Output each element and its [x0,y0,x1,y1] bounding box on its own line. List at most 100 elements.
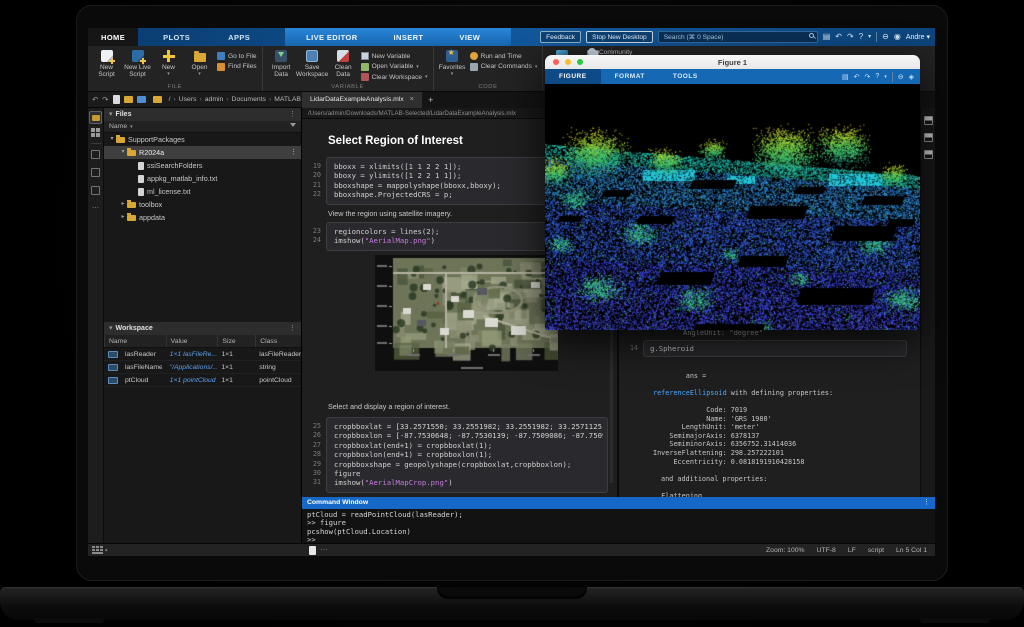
more-icon[interactable]: ⋯ [321,546,328,554]
files-panel-header[interactable]: ▾ Files ⋮ [104,108,301,121]
panel-menu-icon[interactable]: ⋮ [289,108,296,121]
button-open[interactable]: Open▾ [184,48,215,82]
files-panel-icon[interactable] [89,111,102,124]
workspace-column-value[interactable]: Value [166,335,218,347]
more-panels-icon[interactable]: ⋯ [88,204,103,212]
new-tab-button[interactable]: + [422,95,440,105]
tree-arrow-icon[interactable]: ▸ [119,211,127,224]
file-item[interactable]: ▸appdata [104,211,301,224]
caret-icon[interactable]: ▾ [884,74,887,80]
open-folder-icon[interactable] [124,96,133,103]
notifications-icon[interactable]: ◉ [894,31,901,43]
button-find-files[interactable]: Find Files [217,63,257,71]
figure-tab-figure[interactable]: FIGURE [545,69,601,84]
button-clear-commands[interactable]: Clear Commands▾ [470,63,538,71]
breadcrumb-item[interactable]: admin [205,96,224,103]
figure-tab-format[interactable]: FORMAT [601,69,659,84]
breadcrumb-item[interactable]: Documents [232,96,266,103]
panel-toggle-icon[interactable] [924,133,933,142]
save-icon[interactable]: ▤ [842,73,849,81]
undo-icon[interactable]: ↶ [835,31,842,43]
breadcrumb-item[interactable]: / [169,96,171,103]
button-favorites[interactable]: Favorites▾ [437,48,468,82]
workspace-column-name[interactable]: Name [104,335,166,347]
item-menu-icon[interactable]: ⋮ [290,146,297,159]
tree-arrow-icon[interactable]: ▸ [119,198,127,211]
button-new[interactable]: New▾ [153,48,184,82]
button-new-script[interactable]: New Script [91,48,122,82]
undo-icon[interactable]: ↶ [92,95,98,104]
collapse-icon[interactable]: ▾ [109,322,113,335]
panel-toggle-icon[interactable] [924,116,933,125]
history-panel-icon[interactable] [91,168,100,177]
button-go-to-file[interactable]: Go to File [217,52,257,60]
save-icon[interactable]: ▤ [823,31,831,43]
undo-icon[interactable]: ↶ [854,73,860,81]
command-window[interactable]: ptCloud = readPointCloud(lasReader); >> … [302,509,935,543]
button-save-workspace[interactable]: Save Workspace [297,48,328,82]
redo-icon[interactable]: ↷ [864,73,870,81]
file-item[interactable]: ▸toolbox [104,198,301,211]
button-clear-workspace[interactable]: Clear Workspace▾ [361,73,428,81]
workspace-column-class[interactable]: Class [255,335,301,347]
panels-grid-icon[interactable] [91,128,100,137]
caret-icon[interactable]: ▴ [105,547,108,553]
redo-icon[interactable]: ↷ [102,95,108,104]
button-open-variable[interactable]: Open Variable▾ [361,63,428,71]
tab-apps[interactable]: APPS [215,28,263,46]
editor-tab[interactable]: LidarDataExampleAnalysis.mlx × [302,92,422,108]
breadcrumb-item[interactable]: Users [179,96,197,103]
code-block-3[interactable]: cropbboxlat = [33.2571550; 33.2551982; 3… [326,417,608,493]
pin-icon[interactable]: ◈ [909,73,914,81]
help-icon[interactable]: ? [875,73,879,80]
workspace-panel-header[interactable]: ▾ Workspace ⋮ [104,322,301,335]
close-tab-icon[interactable]: × [410,92,414,108]
command-window-header[interactable]: Command Window ⋮ [302,497,935,509]
file-item[interactable]: ▾R2024a⋮ [104,146,301,159]
tab-live-editor[interactable]: LIVE EDITOR [293,28,370,46]
panel-menu-icon[interactable]: ⋮ [289,322,296,335]
search-input[interactable] [658,31,818,43]
collapse-icon[interactable]: ▾ [109,108,113,121]
files-column-header[interactable]: Name ▾ [104,121,301,133]
document-icon[interactable] [309,546,316,555]
figure-titlebar[interactable]: Figure 1 [545,55,920,69]
filter-icon[interactable] [290,123,296,130]
minimize-toolstrip-icon[interactable]: ⊖ [898,73,904,81]
file-item[interactable]: ssiSearchFolders [104,159,301,172]
help-caret-icon[interactable]: ▾ [868,31,871,43]
tab-view[interactable]: VIEW [446,28,493,46]
figure-tab-tools[interactable]: TOOLS [659,69,712,84]
tree-arrow-icon[interactable]: ▾ [108,133,116,146]
help-icon[interactable]: ? [859,31,863,43]
tab-home[interactable]: HOME [88,28,138,46]
figure-window[interactable]: Figure 1 FIGUREFORMATTOOLS ▤ ↶ ↷ ? ▾ ⊖ ◈ [545,55,920,330]
code-block-spheroid[interactable]: g.Spheroid [643,340,907,357]
minimize-toolstrip-icon[interactable]: ⊖ [882,31,889,43]
stop-new-desktop-button[interactable]: Stop New Desktop [586,31,653,43]
panel-menu-icon[interactable]: ⋮ [923,497,930,509]
keyboard-icon[interactable] [92,546,103,554]
button-import-data[interactable]: Import Data [266,48,297,82]
tab-insert[interactable]: INSERT [381,28,437,46]
reference-ellipsoid-link[interactable]: referenceEllipsoid [653,389,727,397]
file-item[interactable]: ▾SupportPackages [104,133,301,146]
workspace-row[interactable]: lasReader1×1 lasFileRe...1×1lasFileReade… [104,348,301,361]
panel-toggle-icon[interactable] [924,150,933,159]
workspace-row[interactable]: lasFileName"/Applications/...1×1string [104,361,301,374]
new-document-icon[interactable] [113,95,120,104]
button-new-live-script[interactable]: New Live Script [122,48,153,82]
point-cloud-canvas[interactable] [545,84,920,330]
user-menu[interactable]: Andre ▾ [906,33,930,41]
feedback-button[interactable]: Feedback [540,31,581,43]
file-item[interactable]: ml_license.txt [104,185,301,198]
tab-plots[interactable]: PLOTS [150,28,203,46]
apps-panel-icon[interactable] [91,186,100,195]
upload-folder-icon[interactable] [137,96,146,103]
pages-panel-icon[interactable] [91,150,100,159]
button-new-variable[interactable]: New Variable [361,52,428,60]
redo-icon[interactable]: ↷ [847,31,854,43]
workspace-row[interactable]: ptCloud1×1 pointCloud1×1pointCloud [104,374,301,387]
workspace-column-size[interactable]: Size [217,335,255,347]
breadcrumb-item[interactable]: MATLAB [274,96,301,103]
